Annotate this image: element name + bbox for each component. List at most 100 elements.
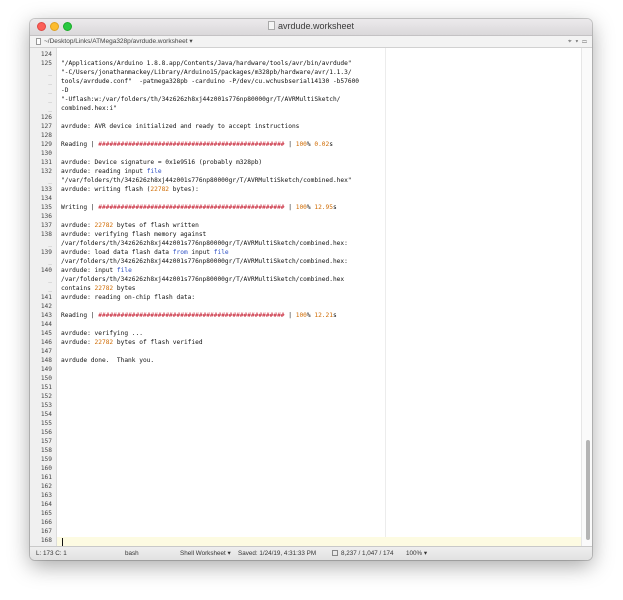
text-line[interactable]: Reading | ##############################…: [61, 311, 337, 320]
file-path[interactable]: ~/Desktop/Links/ATMega328p/avrdude.works…: [44, 36, 193, 47]
line-number: 129: [40, 141, 52, 148]
line-wrap-marker: _: [48, 78, 52, 85]
text-line[interactable]: avrdude: verifying ...: [61, 329, 143, 338]
text-line[interactable]: Writing | ##############################…: [61, 203, 337, 212]
text-line[interactable]: avrdude: reading input file: [61, 167, 162, 176]
token-text: Reading |: [61, 141, 99, 148]
token-text: bytes: [113, 285, 136, 292]
path-bar[interactable]: ~/Desktop/Links/ATMega328p/avrdude.works…: [30, 36, 592, 48]
token-text: "/var/folders/th/34z626zh8xj44z001s776np…: [61, 177, 352, 184]
text-line[interactable]: /var/folders/th/34z626zh8xj44z001s776np8…: [61, 257, 348, 266]
line-number: 168: [40, 537, 52, 544]
token-num: 22782: [94, 222, 114, 229]
line-wrap-marker: _: [48, 87, 52, 94]
text-line[interactable]: contains 22782 bytes: [61, 284, 136, 293]
navigation-tools[interactable]: ⌖ ▾ ▭: [568, 36, 588, 47]
text-line[interactable]: Reading | ##############################…: [61, 140, 333, 149]
text-line[interactable]: "/Applications/Arduino 1.8.8.app/Content…: [61, 59, 352, 68]
title-bar[interactable]: avrdude.worksheet: [30, 19, 592, 36]
token-text: input: [187, 249, 214, 256]
text-line[interactable]: combined.hex:i": [61, 104, 117, 113]
cursor-position[interactable]: L: 173 C: 1: [36, 547, 67, 560]
text-line[interactable]: avrdude: verifying flash memory against: [61, 230, 206, 239]
line-wrap-marker: _: [48, 69, 52, 76]
file-icon: [36, 38, 41, 45]
page-guide: [385, 48, 386, 546]
line-number: 155: [40, 420, 52, 427]
line-number: 145: [40, 330, 52, 337]
token-text: avrdude: AVR device initialized and read…: [61, 123, 300, 130]
line-number: 164: [40, 501, 52, 508]
syntax-mode-menu[interactable]: Shell Worksheet ▾: [180, 547, 231, 560]
text-line[interactable]: avrdude: Device signature = 0x1e9516 (pr…: [61, 158, 262, 167]
line-number: 141: [40, 294, 52, 301]
line-number: 124: [40, 51, 52, 58]
line-number: 163: [40, 492, 52, 499]
line-number: 144: [40, 321, 52, 328]
token-text: s: [333, 312, 337, 319]
line-number: 132: [40, 168, 52, 175]
text-line[interactable]: tools/avrdude.conf" -patmega328pb -cardu…: [61, 77, 359, 86]
token-text: avrdude: reading on-chip flash data:: [61, 294, 196, 301]
token-num: 100: [295, 141, 307, 148]
line-number: 162: [40, 483, 52, 490]
text-line[interactable]: "/var/folders/th/34z626zh8xj44z001s776np…: [61, 176, 352, 185]
token-hash: ########################################…: [98, 204, 285, 211]
line-number: 131: [40, 159, 52, 166]
text-line[interactable]: avrdude: input file: [61, 266, 132, 275]
token-kw: from: [172, 249, 188, 256]
text-line[interactable]: avrdude: writing flash (22782 bytes):: [61, 185, 199, 194]
text-caret: [62, 538, 63, 546]
line-wrap-marker: _: [48, 285, 52, 292]
token-text: combined.hex:i": [61, 105, 117, 112]
document-counts[interactable]: 8,237 / 1,047 / 174: [332, 547, 394, 560]
token-num: 100: [295, 204, 307, 211]
token-text: bytes of flash written: [113, 222, 199, 229]
text-line[interactable]: "-C/Users/jonathanmackey/Library/Arduino…: [61, 68, 352, 77]
vertical-scrollbar[interactable]: [581, 48, 592, 546]
line-number: 148: [40, 357, 52, 364]
token-text: /var/folders/th/34z626zh8xj44z001s776np8…: [61, 276, 345, 283]
scrollbar-thumb[interactable]: [586, 440, 590, 540]
token-text: avrdude:: [61, 222, 95, 229]
text-line[interactable]: avrdude: 22782 bytes of flash written: [61, 221, 199, 230]
line-number: 127: [40, 123, 52, 130]
line-number: 133: [40, 186, 52, 193]
text-line[interactable]: /var/folders/th/34z626zh8xj44z001s776np8…: [61, 239, 348, 248]
line-number: 154: [40, 411, 52, 418]
token-text: tools/avrdude.conf" -patmega328pb -cardu…: [61, 78, 360, 85]
line-number: 142: [40, 303, 52, 310]
token-text: /var/folders/th/34z626zh8xj44z001s776np8…: [61, 258, 348, 265]
token-text: avrdude done. Thank you.: [61, 357, 155, 364]
token-text: "-C/Users/jonathanmackey/Library/Arduino…: [61, 69, 352, 76]
text-line[interactable]: avrdude: load data flash data from input…: [61, 248, 229, 257]
chevron-down-icon: ▾: [423, 550, 428, 557]
text-line[interactable]: avrdude: reading on-chip flash data:: [61, 293, 195, 302]
text-line[interactable]: avrdude: AVR device initialized and read…: [61, 122, 299, 131]
line-number: 128: [40, 132, 52, 139]
line-number: 161: [40, 474, 52, 481]
chevron-down-icon: ▾: [189, 38, 193, 45]
zoom-menu[interactable]: 100% ▾: [406, 547, 427, 560]
text-line[interactable]: avrdude: 22782 bytes of flash verified: [61, 338, 203, 347]
token-text: |: [284, 141, 296, 148]
text-line[interactable]: "-Uflash:w:/var/folders/th/34z626zh8xj44…: [61, 95, 340, 104]
token-num: 12.95: [314, 204, 333, 211]
token-text: /var/folders/th/34z626zh8xj44z001s776np8…: [61, 240, 348, 247]
shell-name: bash: [125, 550, 139, 557]
token-hash: ########################################…: [98, 141, 285, 148]
text-editor[interactable]: 124 125 "/Applications/Arduino 1.8.8.app/C…: [30, 48, 592, 546]
document-counts-label: 8,237 / 1,047 / 174: [341, 550, 394, 557]
line-number: 152: [40, 393, 52, 400]
token-kw: file: [116, 267, 132, 274]
text-line[interactable]: avrdude done. Thank you.: [61, 356, 154, 365]
line-wrap-marker: _: [48, 258, 52, 265]
text-line[interactable]: -D: [61, 86, 68, 95]
token-text: s: [329, 141, 333, 148]
line-number: 137: [40, 222, 52, 229]
token-text: "-Uflash:w:/var/folders/th/34z626zh8xj44…: [61, 96, 341, 103]
token-num: 22782: [94, 339, 114, 346]
token-text: avrdude: reading input: [61, 168, 147, 175]
token-text: |: [284, 312, 296, 319]
text-line[interactable]: /var/folders/th/34z626zh8xj44z001s776np8…: [61, 275, 344, 284]
